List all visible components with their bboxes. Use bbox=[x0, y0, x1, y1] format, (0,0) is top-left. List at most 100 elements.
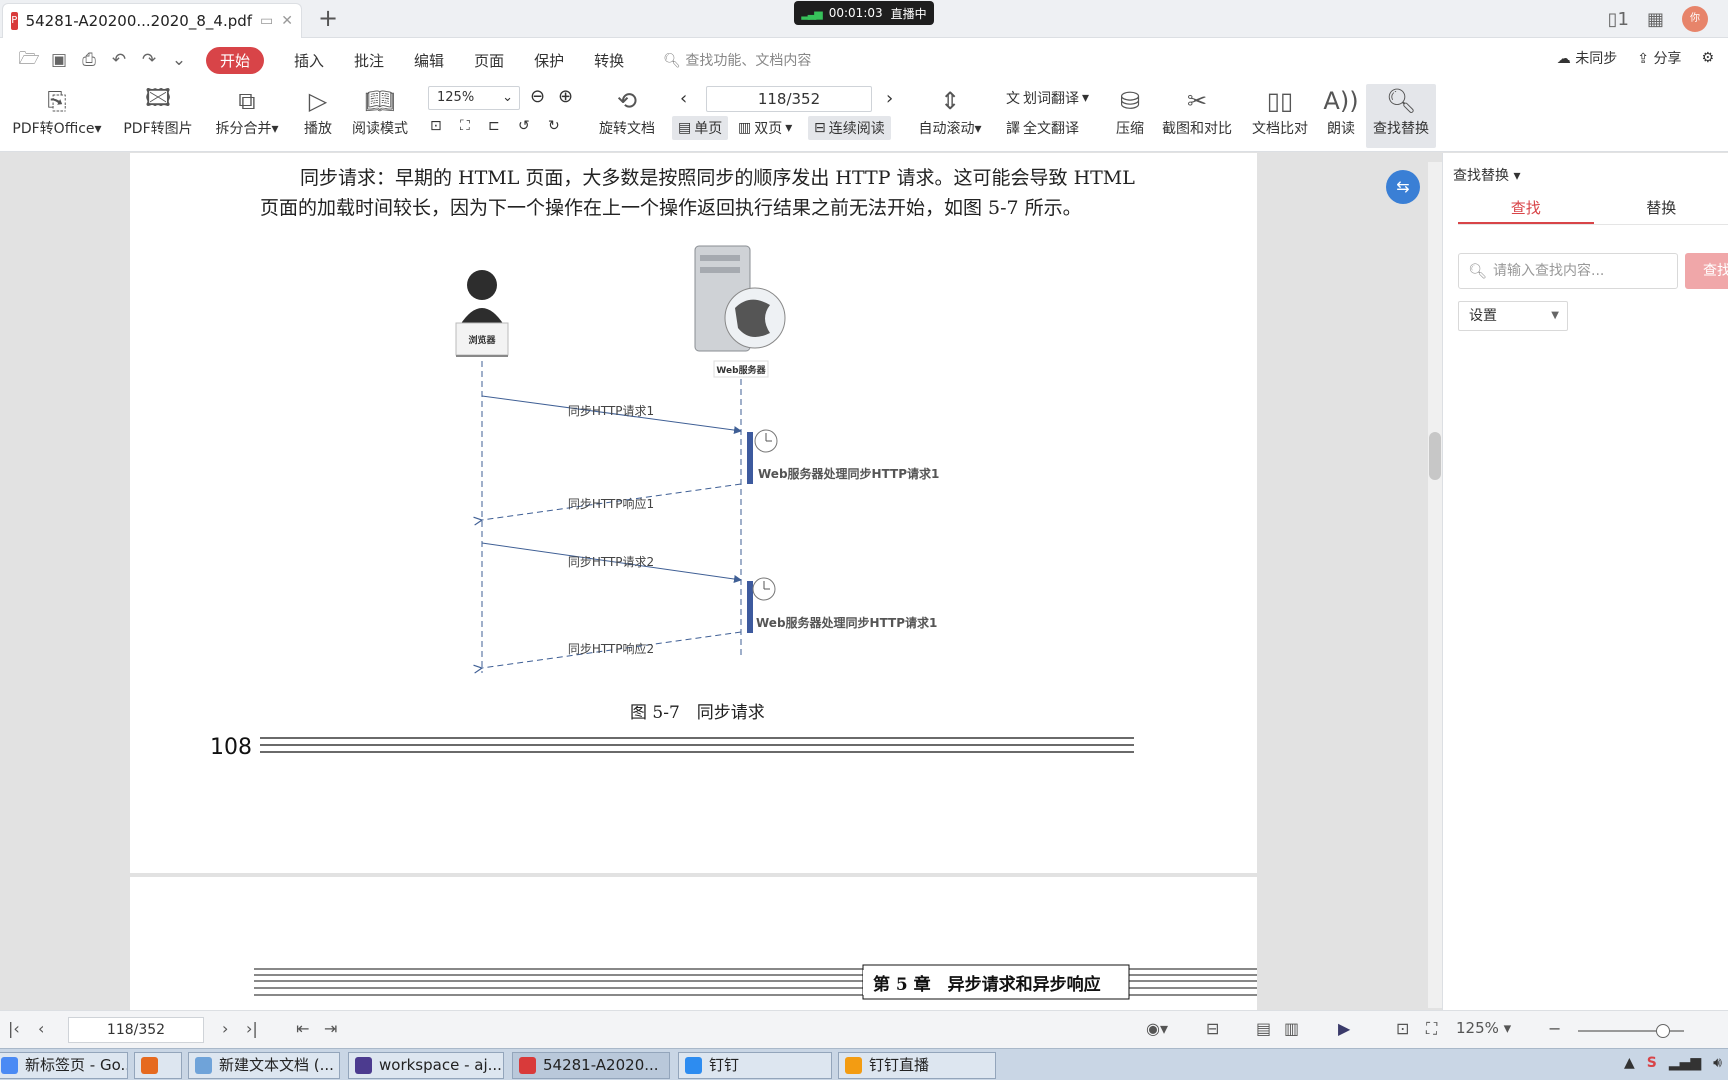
function-search[interactable]: 🔍︎ 查找功能、文档内容 bbox=[663, 50, 811, 70]
grid-icon[interactable]: ▦ bbox=[1647, 9, 1664, 30]
pdf-to-office-button[interactable]: ⎘ PDF转Office▾ bbox=[8, 84, 106, 138]
page-input[interactable]: 118/352 bbox=[706, 86, 872, 112]
status-page-input[interactable]: 118/352 bbox=[68, 1017, 204, 1043]
zoom-out-icon[interactable]: ⊖ bbox=[530, 86, 545, 107]
find-button[interactable]: 查找 bbox=[1685, 253, 1728, 289]
rotate-right-icon[interactable]: ↻ bbox=[548, 118, 560, 134]
prev-page-icon[interactable]: ‹ bbox=[38, 1019, 44, 1038]
open-folder-icon[interactable]: 🗁 bbox=[14, 46, 44, 75]
sync-button[interactable]: ☁ 未同步 bbox=[1557, 48, 1617, 68]
screenshot-compare-button[interactable]: ✂ 截图和对比 bbox=[1158, 84, 1236, 138]
tab-find[interactable]: 查找 bbox=[1458, 193, 1594, 224]
full-translate-button[interactable]: 譯全文翻译 bbox=[1006, 118, 1079, 138]
close-tab-icon[interactable]: ✕ bbox=[281, 13, 293, 29]
taskbar-item-firefox[interactable] bbox=[134, 1052, 182, 1079]
more-dropdown-icon[interactable]: ⌄ bbox=[164, 50, 194, 70]
menu-insert[interactable]: 插入 bbox=[294, 50, 324, 71]
zoom-slider[interactable] bbox=[1578, 1024, 1684, 1038]
menu-protect[interactable]: 保护 bbox=[534, 50, 564, 71]
prev-page-icon[interactable]: ‹ bbox=[680, 88, 687, 109]
document-viewport[interactable]: 同步请求：早期的 HTML 页面，大多数是按照同步的顺序发出 HTTP 请求。这… bbox=[0, 153, 1442, 1010]
server-actor bbox=[694, 245, 786, 378]
menu-annotate[interactable]: 批注 bbox=[354, 50, 384, 71]
network-icon[interactable]: ▂▄▆ bbox=[1669, 1055, 1701, 1071]
zoom-slider-knob[interactable] bbox=[1656, 1024, 1670, 1038]
tray-expand-icon[interactable]: ▲ bbox=[1624, 1055, 1635, 1071]
fit-width-icon[interactable]: ⊏ bbox=[488, 118, 500, 134]
taskbar-item-dingtalk-live[interactable]: 钉钉直播 bbox=[838, 1052, 996, 1079]
avatar[interactable]: 你 bbox=[1682, 6, 1708, 32]
zoom-in-icon[interactable]: ⊕ bbox=[558, 86, 573, 107]
auto-scroll-icon: ⇕ bbox=[939, 87, 961, 115]
actual-size-icon[interactable]: ⊡ bbox=[430, 118, 442, 134]
auto-scroll-button[interactable]: ⇕ 自动滚动▾ bbox=[912, 84, 988, 138]
word-translate-button[interactable]: 文划词翻译 ▾ bbox=[1006, 88, 1089, 108]
save-icon[interactable]: ▣ bbox=[44, 50, 74, 70]
taskbar-item-dingtalk[interactable]: 钉钉 bbox=[678, 1052, 832, 1079]
scrollbar-thumb[interactable] bbox=[1429, 432, 1441, 480]
zoom-level[interactable]: 125% ▾ bbox=[1456, 1019, 1511, 1037]
settings-gear-icon[interactable]: ⚙ bbox=[1701, 50, 1714, 66]
panel-title[interactable]: 查找替换 ▾ bbox=[1453, 165, 1520, 185]
redo-icon[interactable]: ↷ bbox=[134, 50, 164, 70]
play-icon[interactable]: ▶ bbox=[1338, 1019, 1350, 1038]
double-view-icon[interactable]: ▥ bbox=[1284, 1019, 1299, 1038]
rotate-document-button[interactable]: ⟲ 旋转文档 bbox=[592, 84, 662, 138]
taskbar-item-workspace[interactable]: workspace - aj... bbox=[348, 1052, 504, 1079]
activation-bar-1 bbox=[747, 432, 753, 484]
play-button[interactable]: ▷ 播放 bbox=[298, 84, 338, 138]
chevron-down-icon: ▼ bbox=[1551, 310, 1559, 321]
new-tab-button[interactable]: + bbox=[318, 4, 338, 32]
continuous-view-icon[interactable]: ⊟ bbox=[1206, 1019, 1219, 1038]
split-merge-button[interactable]: ⧉ 拆分合并▾ bbox=[210, 84, 284, 138]
next-page-icon[interactable]: › bbox=[222, 1019, 228, 1038]
forward-icon[interactable]: ⇥ bbox=[324, 1019, 337, 1038]
last-page-icon[interactable]: ›| bbox=[246, 1019, 258, 1038]
volume-icon[interactable]: 🔊︎ bbox=[1713, 1055, 1722, 1071]
continuous-read-button[interactable]: ⊟ 连续阅读 bbox=[808, 116, 891, 140]
menu-start[interactable]: 开始 bbox=[206, 46, 265, 74]
sogou-ime-icon[interactable]: S bbox=[1647, 1055, 1657, 1071]
monitor-icon[interactable]: ▭ bbox=[260, 13, 273, 29]
rotate-left-icon[interactable]: ↺ bbox=[518, 118, 530, 134]
compress-button[interactable]: ⛁ 压缩 bbox=[1112, 84, 1148, 138]
single-view-icon[interactable]: ▤ bbox=[1256, 1019, 1271, 1038]
process-label-1: Web服务器处理同步HTTP请求1 bbox=[758, 466, 939, 481]
zoom-select[interactable]: 125% ⌄ bbox=[428, 86, 520, 110]
menu-edit[interactable]: 编辑 bbox=[414, 50, 444, 71]
play-label: 播放 bbox=[304, 121, 332, 137]
print-icon[interactable]: ⎙ bbox=[74, 50, 104, 70]
read-aloud-button[interactable]: A)) 朗读 bbox=[1322, 84, 1360, 138]
find-input[interactable]: 🔍︎ 请输入查找内容... bbox=[1458, 253, 1678, 289]
floating-tool-icon[interactable]: ⇆ bbox=[1386, 170, 1420, 204]
taskbar-item-pdf[interactable]: 54281-A2020... bbox=[512, 1052, 670, 1079]
menu-page[interactable]: 页面 bbox=[474, 50, 504, 71]
doc-compare-button[interactable]: ▯▯ 文档比对 bbox=[1248, 84, 1312, 138]
document-tab[interactable]: P 54281-A20200...2020_8_4.pdf ▭ ✕ bbox=[2, 3, 302, 38]
undo-icon[interactable]: ↶ bbox=[104, 50, 134, 70]
taskbar-item-notepad[interactable]: 新建文本文档 (... bbox=[188, 1052, 340, 1079]
first-page-icon[interactable]: |‹ bbox=[8, 1019, 20, 1038]
menu-convert[interactable]: 转换 bbox=[594, 50, 624, 71]
next-page-icon[interactable]: › bbox=[886, 88, 893, 109]
layout-icon[interactable]: ▯1 bbox=[1608, 9, 1629, 30]
eye-protection-icon[interactable]: ◉▾ bbox=[1146, 1019, 1168, 1038]
single-page-button[interactable]: ▤ 单页 bbox=[672, 116, 729, 140]
fit-page-icon[interactable]: ⛶ bbox=[1426, 1019, 1437, 1039]
share-button[interactable]: ⇪ 分享 bbox=[1637, 48, 1681, 68]
pdf-to-image-button[interactable]: 🖾 PDF转图片 bbox=[118, 84, 198, 138]
zoom-out-icon[interactable]: − bbox=[1548, 1019, 1561, 1038]
vertical-scrollbar[interactable] bbox=[1428, 162, 1442, 1008]
taskbar-item-browser[interactable]: 新标签页 - Go... bbox=[0, 1052, 128, 1079]
settings-dropdown[interactable]: 设置 ▼ bbox=[1458, 301, 1568, 331]
double-page-button[interactable]: ▥ 双页 ▾ bbox=[738, 118, 792, 138]
find-replace-button[interactable]: 🔍︎ 查找替换 bbox=[1366, 84, 1436, 148]
read-mode-button[interactable]: 📖︎ 阅读模式 bbox=[348, 84, 412, 138]
chapter-header: 第 5 章 异步请求和异步响应 bbox=[863, 970, 1111, 995]
zoom-level-value: 125% bbox=[1456, 1019, 1499, 1037]
read-mode-label: 阅读模式 bbox=[352, 121, 408, 137]
back-icon[interactable]: ⇤ bbox=[296, 1019, 309, 1038]
tab-replace[interactable]: 替换 bbox=[1594, 193, 1728, 224]
actual-size-icon[interactable]: ⊡ bbox=[1396, 1019, 1409, 1038]
fit-page-icon[interactable]: ⛶ bbox=[460, 118, 470, 134]
